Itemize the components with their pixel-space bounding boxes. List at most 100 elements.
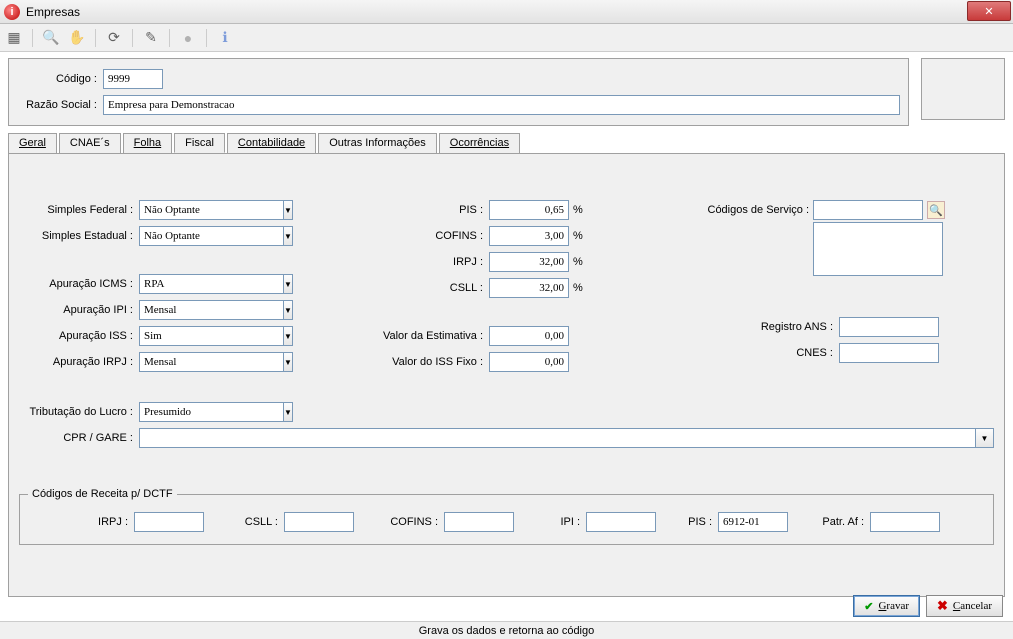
- dctf-pis-input[interactable]: [718, 512, 788, 532]
- razao-social-label: Razão Social :: [17, 99, 103, 111]
- window-title: Empresas: [26, 5, 80, 19]
- registro-ans-input[interactable]: [839, 317, 939, 337]
- dctf-ipi-label: IPI :: [520, 516, 580, 528]
- simples-estadual-label: Simples Estadual :: [19, 230, 139, 242]
- tab-fiscal[interactable]: Fiscal: [174, 133, 225, 153]
- chevron-down-icon[interactable]: ▼: [976, 428, 994, 448]
- toolbar-info-icon[interactable]: ℹ: [215, 28, 235, 48]
- chevron-down-icon[interactable]: ▼: [284, 200, 293, 220]
- toolbar-separator: [32, 29, 33, 47]
- codigo-input[interactable]: [103, 69, 163, 89]
- codigos-servico-list[interactable]: [813, 222, 943, 276]
- dctf-csll-input[interactable]: [284, 512, 354, 532]
- preview-box: [921, 58, 1005, 120]
- tab-geral[interactable]: Geral: [8, 133, 57, 153]
- toolbar: ▦ 🔍 ✋ ⟳ ✎ ● ℹ: [0, 24, 1013, 52]
- chevron-down-icon[interactable]: ▼: [284, 226, 293, 246]
- pct-label: %: [573, 230, 583, 242]
- chevron-down-icon[interactable]: ▼: [284, 326, 293, 346]
- apuracao-irpj-label: Apuração IRPJ :: [19, 356, 139, 368]
- valor-iss-fixo-input[interactable]: [489, 352, 569, 372]
- tab-ocorrencias[interactable]: Ocorrências: [439, 133, 520, 153]
- pis-input[interactable]: [489, 200, 569, 220]
- cpr-gare-label: CPR / GARE :: [19, 432, 139, 444]
- csll-label: CSLL :: [299, 282, 489, 294]
- toolbar-separator: [95, 29, 96, 47]
- dctf-irpj-input[interactable]: [134, 512, 204, 532]
- valor-iss-fixo-label: Valor do ISS Fixo :: [299, 356, 489, 368]
- simples-estadual-combo[interactable]: ▼: [139, 226, 259, 246]
- close-button[interactable]: ✕: [967, 1, 1011, 21]
- dctf-cofins-input[interactable]: [444, 512, 514, 532]
- toolbar-record-icon[interactable]: ●: [178, 28, 198, 48]
- chevron-down-icon[interactable]: ▼: [284, 300, 293, 320]
- toolbar-separator: [169, 29, 170, 47]
- toolbar-refresh-icon[interactable]: ⟳: [104, 28, 124, 48]
- toolbar-separator: [206, 29, 207, 47]
- check-icon: ✔: [864, 600, 873, 613]
- dctf-irpj-label: IRPJ :: [28, 516, 128, 528]
- status-bar: Grava os dados e retorna ao código: [0, 621, 1013, 639]
- toolbar-filter-icon[interactable]: ▦: [4, 28, 24, 48]
- tab-folha[interactable]: Folha: [123, 133, 173, 153]
- simples-federal-combo[interactable]: ▼: [139, 200, 259, 220]
- dctf-cofins-label: COFINS :: [360, 516, 438, 528]
- titlebar: i Empresas ✕: [0, 0, 1013, 24]
- simples-federal-label: Simples Federal :: [19, 204, 139, 216]
- tab-outras[interactable]: Outras Informações: [318, 133, 437, 153]
- tributacao-lucro-label: Tributação do Lucro :: [19, 406, 139, 418]
- chevron-down-icon[interactable]: ▼: [284, 352, 293, 372]
- dctf-patraf-input[interactable]: [870, 512, 940, 532]
- tributacao-lucro-combo[interactable]: ▼: [139, 402, 279, 422]
- tab-body-fiscal: Simples Federal : ▼ Simples Estadual : ▼: [8, 153, 1005, 597]
- dctf-legend: Códigos de Receita p/ DCTF: [28, 488, 177, 500]
- dctf-csll-label: CSLL :: [210, 516, 278, 528]
- dctf-fieldset: Códigos de Receita p/ DCTF IRPJ : CSLL :…: [19, 488, 994, 545]
- x-icon: ✖: [937, 598, 948, 614]
- cpr-gare-combo[interactable]: ▼: [139, 428, 994, 448]
- irpj-label: IRPJ :: [299, 256, 489, 268]
- registro-ans-label: Registro ANS :: [699, 321, 839, 333]
- apuracao-ipi-combo[interactable]: ▼: [139, 300, 259, 320]
- razao-social-input[interactable]: [103, 95, 900, 115]
- tab-contabilidade[interactable]: Contabilidade: [227, 133, 316, 153]
- status-text: Grava os dados e retorna ao código: [419, 625, 595, 637]
- pct-label: %: [573, 256, 583, 268]
- codigo-label: Código :: [17, 73, 103, 85]
- tab-cnaes[interactable]: CNAE´s: [59, 133, 121, 153]
- toolbar-search-icon[interactable]: 🔍: [41, 28, 61, 48]
- cofins-input[interactable]: [489, 226, 569, 246]
- pis-label: PIS :: [299, 204, 489, 216]
- header-panel: Código : Razão Social :: [8, 58, 909, 126]
- dctf-pis-label: PIS :: [662, 516, 712, 528]
- toolbar-separator: [132, 29, 133, 47]
- pct-label: %: [573, 282, 583, 294]
- cnes-input[interactable]: [839, 343, 939, 363]
- lookup-icon[interactable]: 🔍: [927, 201, 945, 219]
- apuracao-iss-label: Apuração ISS :: [19, 330, 139, 342]
- valor-estimativa-input[interactable]: [489, 326, 569, 346]
- gravar-button[interactable]: ✔ Gravar: [853, 595, 920, 617]
- codigos-servico-input[interactable]: [813, 200, 923, 220]
- footer-buttons: ✔ Gravar ✖ Cancelar: [853, 595, 1003, 617]
- irpj-input[interactable]: [489, 252, 569, 272]
- cancelar-button[interactable]: ✖ Cancelar: [926, 595, 1003, 617]
- chevron-down-icon[interactable]: ▼: [284, 402, 293, 422]
- apuracao-icms-label: Apuração ICMS :: [19, 278, 139, 290]
- apuracao-irpj-combo[interactable]: ▼: [139, 352, 259, 372]
- apuracao-icms-combo[interactable]: ▼: [139, 274, 259, 294]
- app-icon: i: [4, 4, 20, 20]
- cofins-label: COFINS :: [299, 230, 489, 242]
- tab-strip: Geral CNAE´s Folha Fiscal Contabilidade …: [8, 133, 1005, 154]
- toolbar-hand-icon[interactable]: ✋: [67, 28, 87, 48]
- codigos-servico-label: Códigos de Serviço :: [699, 204, 809, 216]
- chevron-down-icon[interactable]: ▼: [284, 274, 293, 294]
- dctf-ipi-input[interactable]: [586, 512, 656, 532]
- csll-input[interactable]: [489, 278, 569, 298]
- pct-label: %: [573, 204, 583, 216]
- apuracao-iss-combo[interactable]: ▼: [139, 326, 259, 346]
- toolbar-tool-icon[interactable]: ✎: [141, 28, 161, 48]
- dctf-patraf-label: Patr. Af :: [794, 516, 864, 528]
- apuracao-ipi-label: Apuração IPI :: [19, 304, 139, 316]
- cnes-label: CNES :: [699, 347, 839, 359]
